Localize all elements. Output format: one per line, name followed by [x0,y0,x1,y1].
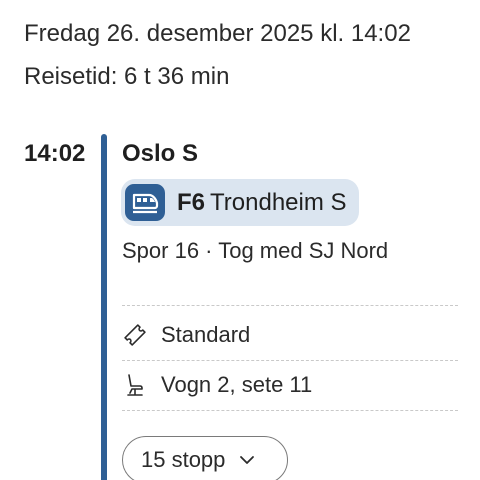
divider [122,305,458,306]
seat-icon [122,372,148,398]
ticket-class-row: Standard [122,315,250,355]
departure-date: Fredag 26. desember 2025 kl. 14:02 [24,20,411,47]
trip-details: Fredag 26. desember 2025 kl. 14:02 Reise… [0,0,480,480]
departure-time: 14:02 [24,140,86,167]
seat-row: Vogn 2, sete 11 [122,365,312,405]
stops-label: 15 stopp [141,447,226,472]
ticket-icon [122,322,148,348]
divider [122,410,458,411]
divider [122,360,458,361]
stops-toggle-button[interactable]: 15 stopp [122,436,288,480]
route-line [101,134,107,480]
chevron-down-icon [239,455,255,465]
ticket-class: Standard [161,322,251,347]
train-line-chip[interactable]: F6 Trondheim S [121,179,359,226]
track-info: Spor 16 · Tog med SJ Nord [122,238,389,263]
line-code: F6 [177,188,206,216]
departure-station: Oslo S [122,140,199,167]
seat-number: Vogn 2, sete 11 [161,372,313,397]
train-destination: Trondheim S [210,188,347,216]
travel-time: Reisetid: 6 t 36 min [24,63,230,90]
train-icon [125,184,165,221]
